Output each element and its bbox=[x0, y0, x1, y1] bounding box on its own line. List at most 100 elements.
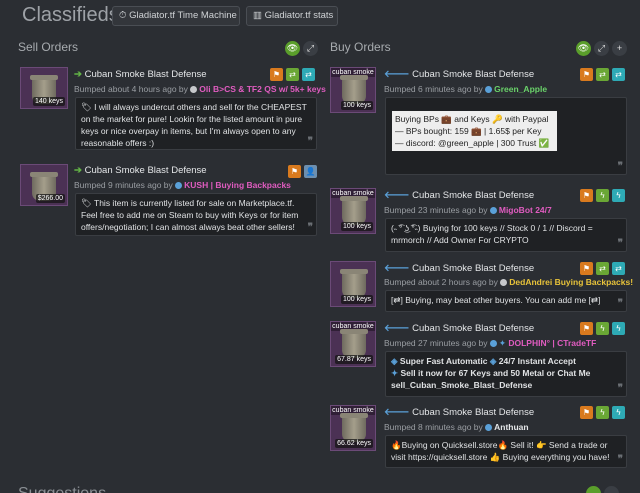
quote-icon: ❞ bbox=[617, 161, 623, 172]
eye-icon[interactable] bbox=[586, 486, 601, 493]
bump-meta: Bumped 27 minutes ago by ✦ DOLPHIN° | CT… bbox=[384, 338, 597, 348]
price-tag: 140 keys bbox=[32, 97, 65, 106]
listing-comment: ◈ Super Fast Automatic ◈ 24/7 Instant Ac… bbox=[385, 351, 627, 397]
quote-icon: ❞ bbox=[617, 238, 623, 249]
user-link[interactable]: KUSH | Buying Backpacks bbox=[184, 180, 291, 190]
sell-orders-title: Sell Orders bbox=[18, 40, 79, 54]
arrow-right-icon: ➔ bbox=[74, 69, 82, 80]
status-dot bbox=[489, 207, 497, 214]
eye-icon[interactable]: 👁 bbox=[576, 41, 591, 56]
flag-icon[interactable]: ⚑ bbox=[580, 406, 593, 419]
add-friend-icon[interactable]: 👤 bbox=[304, 165, 317, 178]
price-tag: 100 keys bbox=[340, 222, 373, 231]
lightning-icon[interactable]: ϟ bbox=[612, 189, 625, 202]
user-link[interactable]: Green_Apple bbox=[494, 84, 547, 94]
arrow-left-icon: 🡐 bbox=[384, 190, 410, 201]
flag-icon[interactable]: ⚑ bbox=[580, 68, 593, 81]
expand-icon[interactable]: ⤢ bbox=[594, 41, 609, 56]
status-dot bbox=[500, 279, 508, 286]
diamond-icon: ✦ bbox=[498, 338, 506, 348]
tag-icon: 🏷 bbox=[81, 102, 92, 112]
arrow-left-icon: 🡐 bbox=[384, 323, 410, 334]
eye-icon[interactable]: 👁 bbox=[285, 41, 300, 56]
listing-comment: 🏷 I will always undercut others and sell… bbox=[75, 97, 317, 150]
item-thumbnail[interactable]: 140 keys bbox=[20, 67, 68, 109]
quote-icon: ❞ bbox=[307, 136, 313, 147]
price-tag: 100 keys bbox=[340, 101, 373, 110]
status-dot bbox=[489, 340, 497, 347]
arrow-right-icon: ➔ bbox=[74, 165, 82, 176]
status-dot bbox=[485, 424, 493, 431]
bump-meta: Bumped about 2 hours ago by DedAndrei Bu… bbox=[384, 277, 634, 287]
trade-offer-icon[interactable]: ⇄ bbox=[302, 68, 315, 81]
quote-icon: ❞ bbox=[617, 298, 623, 309]
item-thumbnail[interactable]: 100 keys bbox=[330, 261, 376, 307]
lightning-icon[interactable]: ϟ bbox=[596, 406, 609, 419]
time-machine-button[interactable]: ⏱ Gladiator.tf Time Machine bbox=[112, 6, 240, 26]
page-title: Classifieds bbox=[22, 4, 119, 26]
item-thumbnail[interactable]: cuban smoke 100 keys bbox=[330, 67, 376, 113]
trade-offer-icon[interactable]: ⇄ bbox=[612, 262, 625, 275]
item-thumbnail[interactable]: cuban smoke 66.62 keys bbox=[330, 405, 376, 451]
flag-icon[interactable]: ⚑ bbox=[580, 322, 593, 335]
lightning-icon[interactable]: ϟ bbox=[612, 322, 625, 335]
header: Classifieds ⏱ Gladiator.tf Time Machine … bbox=[0, 0, 640, 32]
arrow-left-icon: 🡐 bbox=[384, 69, 410, 80]
status-dot bbox=[190, 86, 198, 93]
listing-comment: 🔥Buying on Quicksell.store🔥 Sell it! 👉 S… bbox=[385, 435, 627, 468]
item-thumbnail[interactable]: cuban smoke 100 keys bbox=[330, 188, 376, 234]
listing-title[interactable]: ➔ Cuban Smoke Blast Defense bbox=[74, 165, 207, 176]
flag-icon[interactable]: ⚑ bbox=[580, 189, 593, 202]
user-link[interactable]: MigoBot 24/7 bbox=[499, 205, 552, 215]
arrow-left-icon: 🡐 bbox=[384, 407, 410, 418]
lightning-icon[interactable]: ϟ bbox=[612, 406, 625, 419]
item-thumbnail[interactable]: $266.00 bbox=[20, 164, 68, 206]
lightning-icon[interactable]: ϟ bbox=[596, 189, 609, 202]
listing-comment: (˵ ͡° ͜ʖ ͡°˵) Buying for 100 keys // Sto… bbox=[385, 218, 627, 252]
bump-meta: Bumped 23 minutes ago by MigoBot 24/7 bbox=[384, 205, 552, 215]
lightning-icon[interactable]: ϟ bbox=[596, 322, 609, 335]
listing-title[interactable]: 🡐 Cuban Smoke Blast Defense bbox=[384, 263, 534, 274]
listing-title[interactable]: 🡐 Cuban Smoke Blast Defense bbox=[384, 190, 534, 201]
trade-icon[interactable]: ⇄ bbox=[286, 68, 299, 81]
listing-comment: Buying BPs 💼 and Keys 🔑 with Paypal — BP… bbox=[385, 97, 627, 175]
listing-title[interactable]: 🡐 Cuban Smoke Blast Defense bbox=[384, 323, 534, 334]
user-link[interactable]: Anthuan bbox=[494, 422, 528, 432]
price-tag: $266.00 bbox=[35, 194, 65, 203]
expand-icon[interactable] bbox=[604, 486, 619, 493]
stats-button[interactable]: ▥ Gladiator.tf stats bbox=[246, 6, 338, 26]
arrow-left-icon: 🡐 bbox=[384, 263, 410, 274]
trade-icon[interactable]: ⇄ bbox=[596, 262, 609, 275]
status-dot bbox=[175, 182, 183, 189]
quote-icon: ❞ bbox=[617, 383, 623, 394]
flag-icon[interactable]: ⚑ bbox=[270, 68, 283, 81]
plus-icon[interactable]: + bbox=[612, 41, 627, 56]
paypal-banner: Buying BPs 💼 and Keys 🔑 with Paypal — BP… bbox=[392, 111, 557, 151]
user-link[interactable]: DedAndrei Buying Backpacks! bbox=[509, 277, 633, 287]
expand-icon[interactable]: ⤢ bbox=[303, 41, 318, 56]
bump-meta: Bumped 9 minutes ago by KUSH | Buying Ba… bbox=[74, 180, 291, 190]
price-tag: 67.87 keys bbox=[335, 355, 373, 364]
diamond-icon: ◈ bbox=[489, 356, 497, 366]
diamond-icon: ◈ bbox=[391, 356, 398, 366]
listing-comment: 🏷 This item is currently listed for sale… bbox=[75, 193, 317, 236]
price-tag: 100 keys bbox=[340, 295, 373, 304]
bump-meta: Bumped about 4 hours ago by Oli B>CS & T… bbox=[74, 84, 326, 94]
listing-title[interactable]: 🡐 Cuban Smoke Blast Defense bbox=[384, 407, 534, 418]
user-link[interactable]: DOLPHIN° | CTradeTF bbox=[508, 338, 596, 348]
trade-icon[interactable]: ⇄ bbox=[596, 68, 609, 81]
listing-comment: [⇄] Buying, may beat other buyers. You c… bbox=[385, 290, 627, 312]
bar-chart-icon: ▥ bbox=[253, 10, 262, 21]
listing-title[interactable]: ➔ Cuban Smoke Blast Defense bbox=[74, 69, 207, 80]
user-link[interactable]: Oli B>CS & TF2 QS w/ 5k+ keys bbox=[199, 84, 326, 94]
flag-icon[interactable]: ⚑ bbox=[580, 262, 593, 275]
price-tag: 66.62 keys bbox=[335, 439, 373, 448]
flag-icon[interactable]: ⚑ bbox=[288, 165, 301, 178]
bump-meta: Bumped 6 minutes ago by Green_Apple bbox=[384, 84, 548, 94]
listing-title[interactable]: 🡐 Cuban Smoke Blast Defense bbox=[384, 69, 534, 80]
item-thumbnail[interactable]: cuban smoke 67.87 keys bbox=[330, 321, 376, 367]
trade-offer-icon[interactable]: ⇄ bbox=[612, 68, 625, 81]
bump-meta: Bumped 8 minutes ago by Anthuan bbox=[384, 422, 529, 432]
suggestions-title: Suggestions bbox=[18, 485, 106, 493]
buy-orders-title: Buy Orders bbox=[330, 40, 391, 54]
